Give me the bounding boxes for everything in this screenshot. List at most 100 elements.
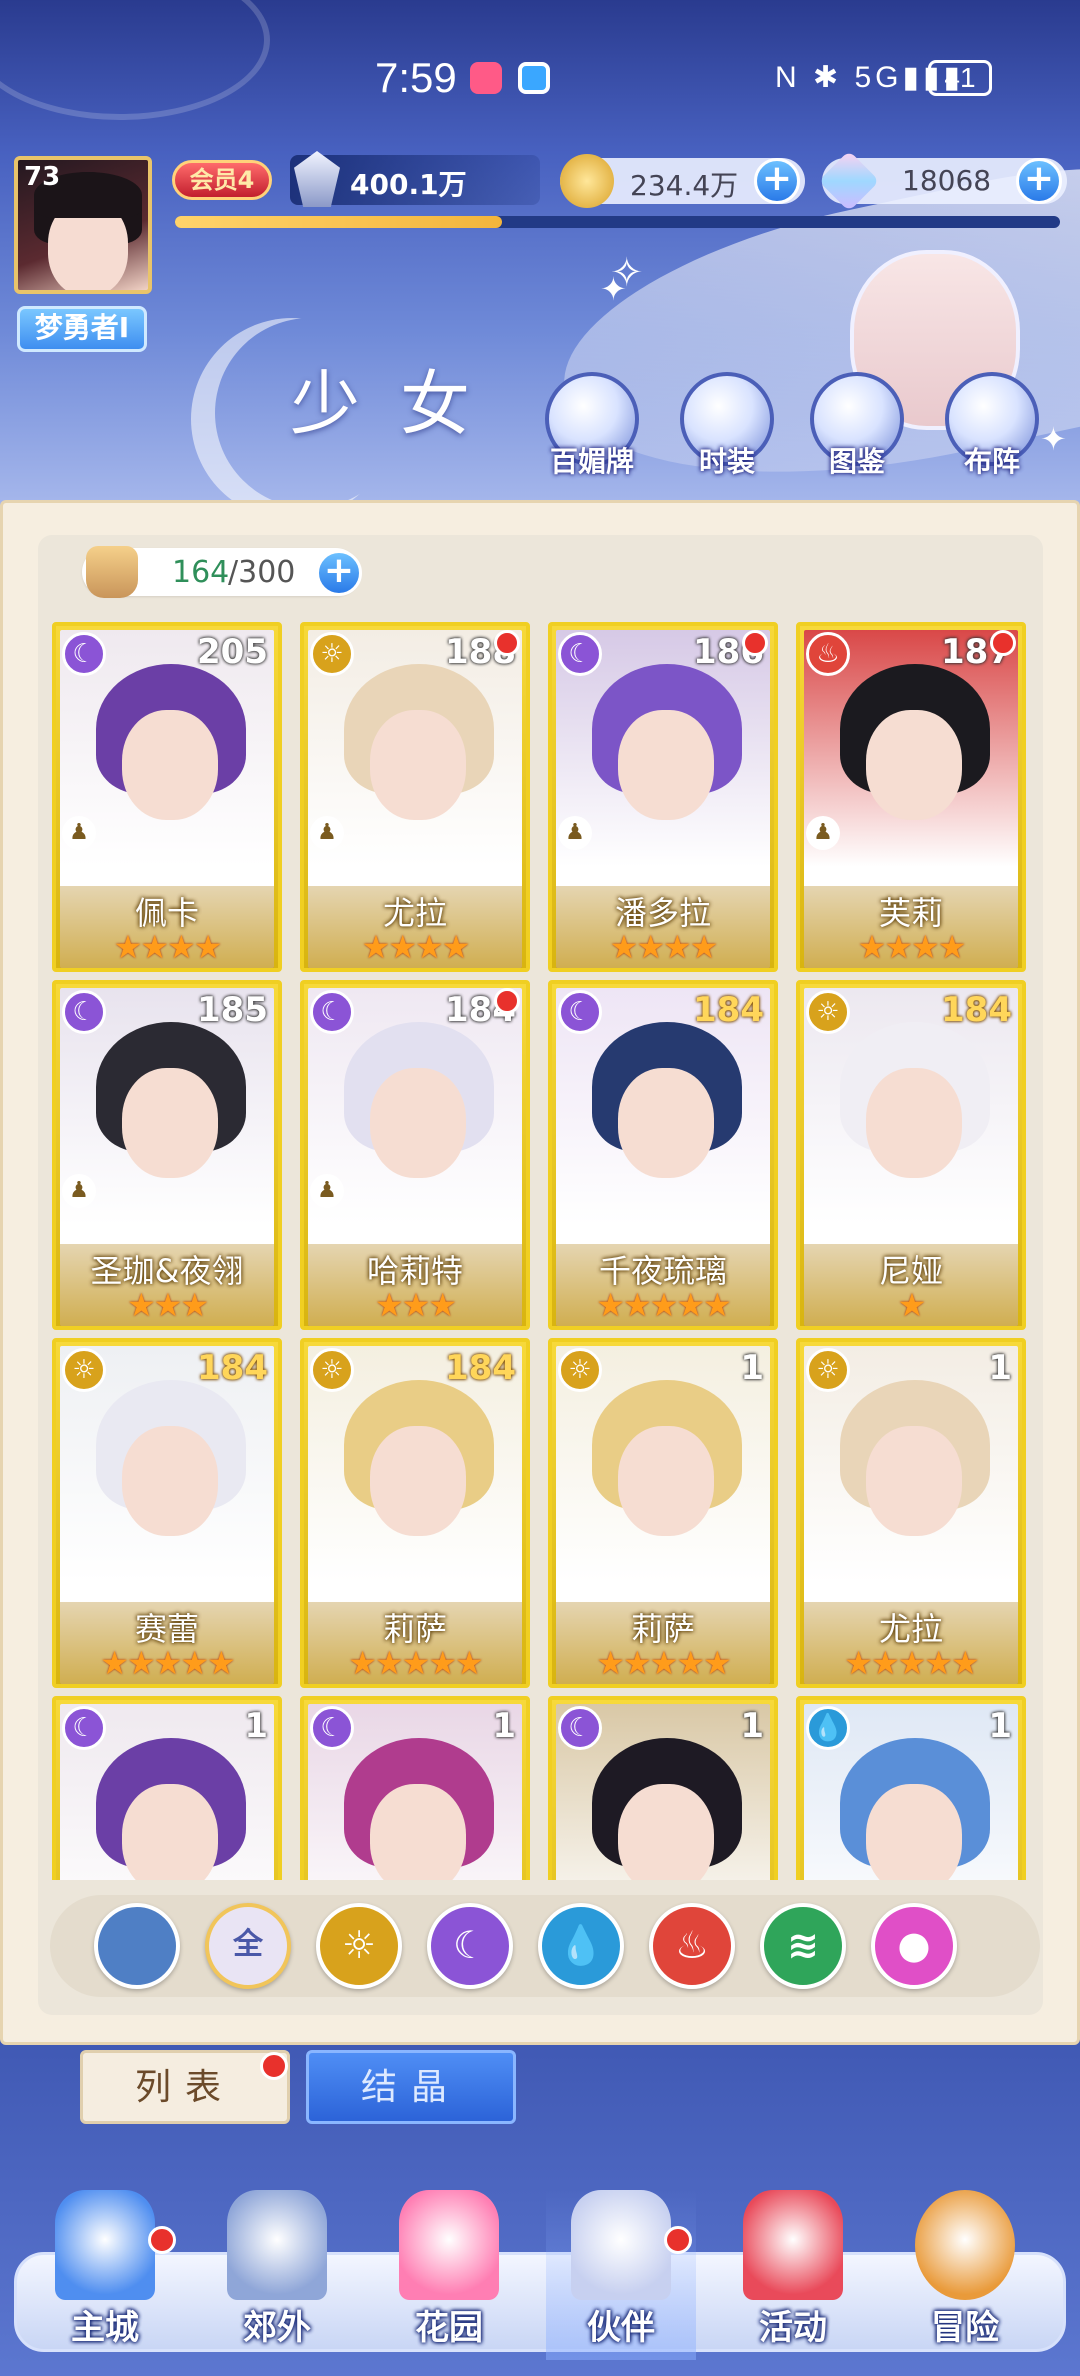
- character-card[interactable]: ☾ 205 ♟ 佩卡 ★★★★: [52, 622, 282, 972]
- star-rating: ★★★★★: [596, 1644, 731, 1682]
- water-element-icon: 💧: [806, 1706, 850, 1750]
- combat-power: 400.1万: [290, 151, 540, 207]
- portrait-face: [618, 1068, 714, 1178]
- tab-crystal[interactable]: 结晶: [306, 2050, 516, 2124]
- star-rating: ★★★★★: [596, 1286, 731, 1324]
- nav-item[interactable]: 郊外: [202, 2190, 352, 2360]
- character-card[interactable]: ☾ 185 ♟ 圣珈&夜翎 ★★★: [52, 980, 282, 1330]
- nav-item[interactable]: 花园: [374, 2190, 524, 2360]
- sun-element-icon: ☼: [310, 632, 354, 676]
- player-avatar[interactable]: 73: [14, 156, 152, 294]
- character-card[interactable]: ♨ 187 ♟ 芙莉 ★★★★: [796, 622, 1026, 972]
- nav-label: 伙伴: [587, 2308, 655, 2348]
- moon-element-icon: ☾: [62, 990, 106, 1034]
- all-icon[interactable]: 全: [205, 1903, 291, 1989]
- capacity-max: /300: [228, 555, 296, 590]
- character-level: 1: [740, 1706, 764, 1746]
- character-card[interactable]: ☾ 184 千夜琉璃 ★★★★★: [548, 980, 778, 1330]
- character-grid: ☾ 205 ♟ 佩卡 ★★★★ ☼ 188 ♟ 尤拉 ★★★★ ☾ 186 ♟ 潘多拉 ★★★★ ♨ 187 ♟ 芙…: [52, 622, 1030, 1880]
- pink-element-icon[interactable]: ●: [871, 1903, 957, 1989]
- character-level: 184: [693, 990, 764, 1030]
- clock: 7:59: [375, 54, 457, 101]
- player-level: 73: [24, 162, 61, 192]
- sparkle-icon: ✧: [610, 250, 644, 296]
- vip-badge[interactable]: 会员4: [172, 160, 272, 200]
- fire-element-icon[interactable]: ♨: [649, 1903, 735, 1989]
- nav-label: 活动: [759, 2308, 827, 2348]
- character-level: 184: [941, 990, 1012, 1030]
- nav-item[interactable]: 活动: [718, 2190, 868, 2360]
- status-bar: 7:59 N ✱ 5G▮▮▮ 41: [0, 44, 1080, 114]
- nav-item[interactable]: 伙伴: [546, 2190, 696, 2360]
- star-rating: ★★★★★: [100, 1644, 235, 1682]
- wind-element-icon[interactable]: ≋: [760, 1903, 846, 1989]
- character-card[interactable]: ☼ 188 ♟ 尤拉 ★★★★: [300, 622, 530, 972]
- exp-bar: [175, 216, 1060, 228]
- notification-app-icon: [518, 62, 550, 94]
- notification-dot: [990, 630, 1016, 656]
- sword-icon: [294, 151, 340, 207]
- chess-piece-icon: ♟: [62, 816, 96, 850]
- character-card[interactable]: ☼ 1 尤拉 ★★★★★: [796, 1338, 1026, 1688]
- chess-piece-icon: ♟: [62, 1174, 96, 1208]
- sun-element-icon: ☼: [806, 1348, 850, 1392]
- character-card[interactable]: ☾ 186 ♟ 潘多拉 ★★★★: [548, 622, 778, 972]
- moon-element-icon[interactable]: ☾: [427, 1903, 513, 1989]
- notification-dot: [494, 630, 520, 656]
- element-filter-bar: 全 ☼ ☾ 💧 ♨ ≋ ●: [50, 1895, 1040, 1997]
- gift-icon: [743, 2190, 843, 2300]
- top-button-formation[interactable]: 布阵: [937, 372, 1047, 482]
- character-level: 184: [445, 1348, 516, 1388]
- water-element-icon[interactable]: 💧: [538, 1903, 624, 1989]
- chess-piece-icon: ♟: [310, 816, 344, 850]
- character-card[interactable]: ☼ 184 赛蕾 ★★★★★: [52, 1338, 282, 1688]
- portrait-face: [618, 1784, 714, 1880]
- tab-list[interactable]: 列表: [80, 2050, 290, 2124]
- star-rating: ★★★★★: [844, 1644, 979, 1682]
- roster-capacity: 164 /300 +: [82, 546, 362, 598]
- top-button-label: 百媚牌: [549, 445, 634, 478]
- notification-app-icon: [470, 62, 502, 94]
- sun-element-icon: ☼: [310, 1348, 354, 1392]
- sun-element-icon[interactable]: ☼: [316, 1903, 402, 1989]
- sun-element-icon: ☼: [558, 1348, 602, 1392]
- expand-capacity-button[interactable]: +: [316, 550, 362, 596]
- add-gold-button[interactable]: +: [754, 158, 800, 204]
- character-card[interactable]: ☾ 1: [548, 1696, 778, 1880]
- player-nickname[interactable]: 梦勇者I: [17, 306, 147, 352]
- star-rating: ★★★★: [609, 928, 719, 966]
- character-card[interactable]: ☼ 184 尼娅 ★: [796, 980, 1026, 1330]
- notification-dot: [664, 2226, 692, 2254]
- partner-icon: [571, 2190, 671, 2300]
- character-card[interactable]: ☾ 1: [52, 1696, 282, 1880]
- top-button-outfit[interactable]: 时装: [672, 372, 782, 482]
- character-card[interactable]: ☾ 1: [300, 1696, 530, 1880]
- top-button-cards[interactable]: 百媚牌: [537, 372, 647, 482]
- sun-element-icon: ☼: [62, 1348, 106, 1392]
- gold-value: 234.4万: [630, 169, 739, 202]
- exp-bar-fill: [175, 216, 503, 228]
- add-gem-button[interactable]: +: [1016, 158, 1062, 204]
- top-button-gallery[interactable]: 图鉴: [802, 372, 912, 482]
- top-button-label: 布阵: [963, 445, 1020, 478]
- character-card[interactable]: ☼ 184 莉萨 ★★★★★: [300, 1338, 530, 1688]
- character-level: 185: [197, 990, 268, 1030]
- chess-piece-icon: ♟: [806, 816, 840, 850]
- portrait-face: [866, 1426, 962, 1536]
- notification-dot: [260, 2052, 288, 2080]
- character-level: 1: [492, 1706, 516, 1746]
- gold-coin-icon: [560, 154, 614, 208]
- portrait-face: [122, 710, 218, 820]
- moon-element-icon: ☾: [558, 990, 602, 1034]
- moon-element-icon: ☾: [310, 1706, 354, 1750]
- portal-icon: [227, 2190, 327, 2300]
- collapse-icon[interactable]: [94, 1903, 180, 1989]
- nav-label: 冒险: [931, 2308, 999, 2348]
- nav-item[interactable]: 主城: [30, 2190, 180, 2360]
- character-card[interactable]: ☼ 1 莉萨 ★★★★★: [548, 1338, 778, 1688]
- star-rating: ★★★★★: [348, 1644, 483, 1682]
- character-card[interactable]: ☾ 184 ♟ 哈莉特 ★★★: [300, 980, 530, 1330]
- nav-item[interactable]: 冒险: [890, 2190, 1040, 2360]
- star-rating: ★★★★: [113, 928, 223, 966]
- character-card[interactable]: 💧 1: [796, 1696, 1026, 1880]
